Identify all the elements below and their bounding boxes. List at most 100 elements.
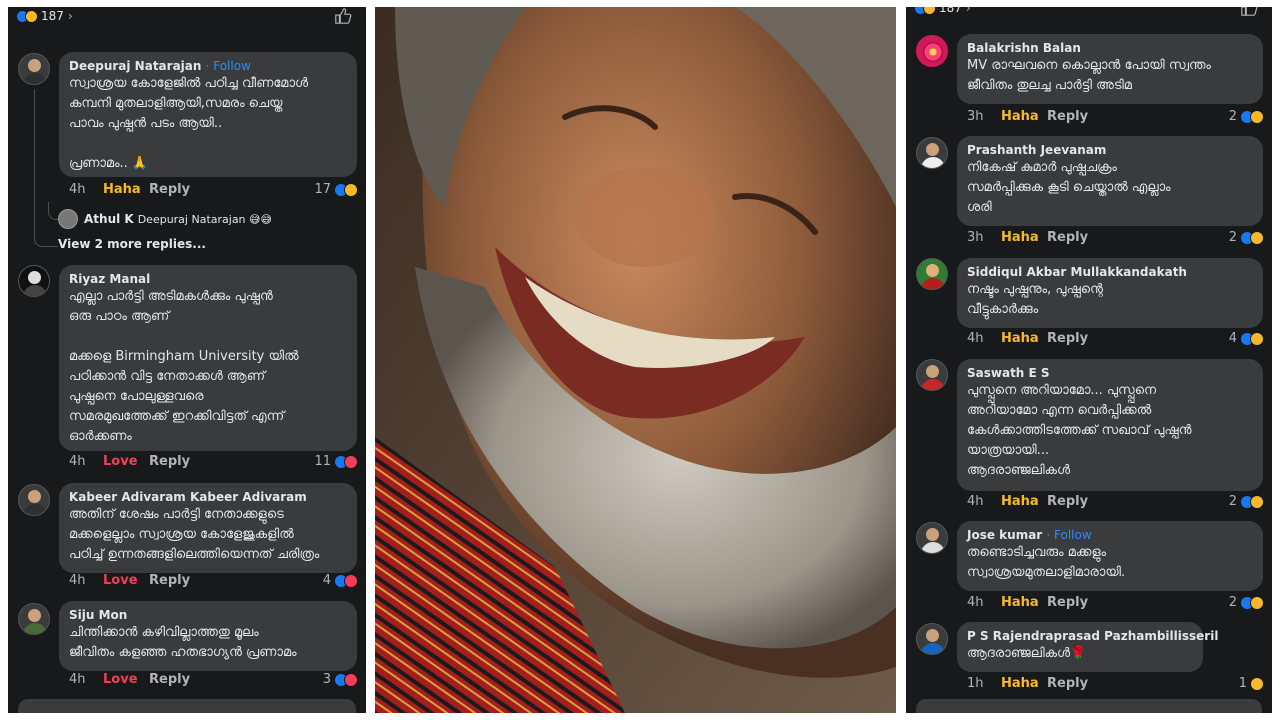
- comment-actions: 4h Haha Reply: [967, 595, 1088, 610]
- comment-text: നികേഷ് കുമാർ പുഷ്പചക്രം സമർപ്പിക്കുക കൂട…: [967, 160, 1171, 215]
- reply-button[interactable]: Reply: [1047, 676, 1088, 691]
- comment-time: 4h: [967, 331, 984, 346]
- haha-reaction-icon: [1250, 109, 1264, 124]
- subreply[interactable]: Athul K Deepuraj Natarajan 😅😅: [58, 209, 272, 229]
- comment-author[interactable]: Kabeer Adivaram Kabeer Adivaram: [69, 489, 347, 505]
- reaction-count: 4: [322, 573, 331, 588]
- comment-actions: 1h Haha Reply: [967, 676, 1088, 691]
- comment-reaction-count[interactable]: 4: [1229, 331, 1264, 346]
- reaction-count: 2: [1228, 494, 1237, 509]
- comment-reaction-count[interactable]: 11: [314, 454, 358, 469]
- reply-button[interactable]: Reply: [1047, 494, 1088, 509]
- comment-author[interactable]: Siddiqul Akbar Mullakkandakath: [967, 264, 1253, 280]
- reply-button[interactable]: Reply: [149, 454, 190, 469]
- view-more-replies-link[interactable]: View 2 more replies...: [58, 237, 206, 251]
- reaction-label[interactable]: Love: [103, 672, 149, 687]
- photo-panel: [375, 7, 896, 713]
- reaction-label[interactable]: Haha: [1001, 494, 1047, 509]
- reply-button[interactable]: Reply: [149, 182, 190, 197]
- comment-actions: 4h Love Reply: [69, 454, 190, 469]
- comment-author[interactable]: Siju Mon: [69, 607, 347, 623]
- comment-reaction-count[interactable]: 1: [1239, 676, 1264, 691]
- reaction-label[interactable]: Haha: [1001, 109, 1047, 124]
- comment-author[interactable]: Saswath E S: [967, 365, 1253, 381]
- haha-reaction-icon: [1250, 230, 1264, 245]
- reaction-count: 4: [1228, 331, 1237, 346]
- comment-bubble: Deepuraj Natarajan · Follow സ്വാശ്രയ കോള…: [59, 52, 357, 177]
- reply-button[interactable]: Reply: [149, 573, 190, 588]
- comment-input[interactable]: [18, 699, 356, 713]
- avatar[interactable]: [18, 603, 50, 635]
- reply-button[interactable]: Reply: [1047, 595, 1088, 610]
- sad-reaction-icon: [923, 7, 936, 15]
- avatar[interactable]: [18, 484, 50, 516]
- love-reaction-icon: [344, 573, 358, 588]
- thumbs-up-icon[interactable]: [334, 7, 352, 25]
- comment-text: സ്വാശ്രയ കോളേജിൽ പഠിച്ച വീണമോൾ കമ്പനി മു…: [69, 76, 309, 171]
- left-comments-panel: 187 › Deepuraj Natarajan · Follow സ്വാശ്…: [8, 7, 366, 713]
- comment-actions: 4h Haha Reply: [967, 494, 1088, 509]
- comment-reaction-count[interactable]: 2: [1229, 595, 1264, 610]
- reaction-summary[interactable]: 187 ›: [914, 7, 971, 15]
- follow-link[interactable]: · Follow: [206, 59, 251, 73]
- comment-author[interactable]: P S Rajendraprasad Pazhambillisseril: [967, 628, 1218, 644]
- avatar[interactable]: [916, 258, 948, 290]
- comment-reaction-count[interactable]: 4: [323, 573, 358, 588]
- haha-reaction-icon: [344, 182, 358, 197]
- avatar[interactable]: [58, 209, 78, 229]
- comment-bubble: Kabeer Adivaram Kabeer Adivaram അതിന് ശേ…: [59, 483, 357, 573]
- comment-text: എല്ലാ പാർട്ടി അടിമകൾക്കും പുഷ്പൻ ഒരു പാഠ…: [69, 289, 299, 444]
- comment-bubble: Balakrishn Balan MV രാഘവനെ കൊല്ലാൻ പോയി …: [957, 34, 1263, 104]
- reaction-label[interactable]: Haha: [1001, 595, 1047, 610]
- reaction-summary-bar[interactable]: 187 ›: [906, 7, 1272, 17]
- reaction-label[interactable]: Love: [103, 454, 149, 469]
- reaction-count: 17: [314, 182, 331, 197]
- comment-author[interactable]: Prashanth Jeevanam: [967, 142, 1253, 158]
- comment-text: MV രാഘവനെ കൊല്ലാൻ പോയി സ്വന്തം ജീവിതം തു…: [967, 58, 1211, 93]
- avatar[interactable]: [916, 522, 948, 554]
- comment-time: 4h: [69, 573, 86, 588]
- comment-bubble: Prashanth Jeevanam നികേഷ് കുമാർ പുഷ്പചക്…: [957, 136, 1263, 226]
- reply-button[interactable]: Reply: [149, 672, 190, 687]
- comment-reaction-count[interactable]: 2: [1229, 109, 1264, 124]
- comment-actions: 4h Haha Reply: [967, 331, 1088, 346]
- comment-time: 4h: [967, 494, 984, 509]
- comment-author[interactable]: Riyaz Manal: [69, 271, 347, 287]
- comment-bubble: Siddiqul Akbar Mullakkandakath നഷ്ടം പുഷ…: [957, 258, 1263, 328]
- comment-reaction-count[interactable]: 2: [1229, 494, 1264, 509]
- comment-time: 4h: [967, 595, 984, 610]
- avatar[interactable]: [916, 359, 948, 391]
- comment-bubble: Jose kumar · Follow തണ്ടൊടിച്ചവരും മക്കള…: [957, 521, 1263, 591]
- comment-text: നഷ്ടം പുഷ്പനും, പുഷ്പന്റെ വീട്ടുകാർക്കും: [967, 282, 1103, 317]
- love-reaction-icon: [344, 672, 358, 687]
- reply-button[interactable]: Reply: [1047, 230, 1088, 245]
- avatar[interactable]: [916, 137, 948, 169]
- comment-reaction-count[interactable]: 3: [323, 672, 358, 687]
- thumbs-up-icon[interactable]: [1240, 7, 1258, 17]
- comment-author[interactable]: Deepuraj Natarajan · Follow: [69, 58, 347, 74]
- reaction-label[interactable]: Haha: [1001, 676, 1047, 691]
- comment-reaction-count[interactable]: 17: [314, 182, 358, 197]
- comment-author[interactable]: Jose kumar · Follow: [967, 527, 1253, 543]
- comment-reaction-count[interactable]: 2: [1229, 230, 1264, 245]
- comment-author[interactable]: Balakrishn Balan: [967, 40, 1253, 56]
- avatar[interactable]: [18, 53, 50, 85]
- subreply-author[interactable]: Athul K: [84, 212, 134, 226]
- sad-reaction-icon: [25, 9, 38, 23]
- reaction-label[interactable]: Love: [103, 573, 149, 588]
- reaction-label[interactable]: Haha: [103, 182, 149, 197]
- reply-button[interactable]: Reply: [1047, 331, 1088, 346]
- avatar[interactable]: [916, 623, 948, 655]
- comment-time: 3h: [967, 109, 984, 124]
- comment-time: 4h: [69, 672, 86, 687]
- comment-input[interactable]: [916, 699, 1262, 713]
- reaction-label[interactable]: Haha: [1001, 230, 1047, 245]
- reply-button[interactable]: Reply: [1047, 109, 1088, 124]
- avatar[interactable]: [916, 35, 948, 67]
- reaction-summary[interactable]: 187 ›: [16, 9, 73, 23]
- reaction-label[interactable]: Haha: [1001, 331, 1047, 346]
- avatar[interactable]: [18, 265, 50, 297]
- reaction-summary-bar[interactable]: 187 ›: [8, 7, 366, 25]
- comment-bubble: P S Rajendraprasad Pazhambillisseril ആദര…: [957, 622, 1218, 672]
- follow-link[interactable]: · Follow: [1046, 528, 1091, 542]
